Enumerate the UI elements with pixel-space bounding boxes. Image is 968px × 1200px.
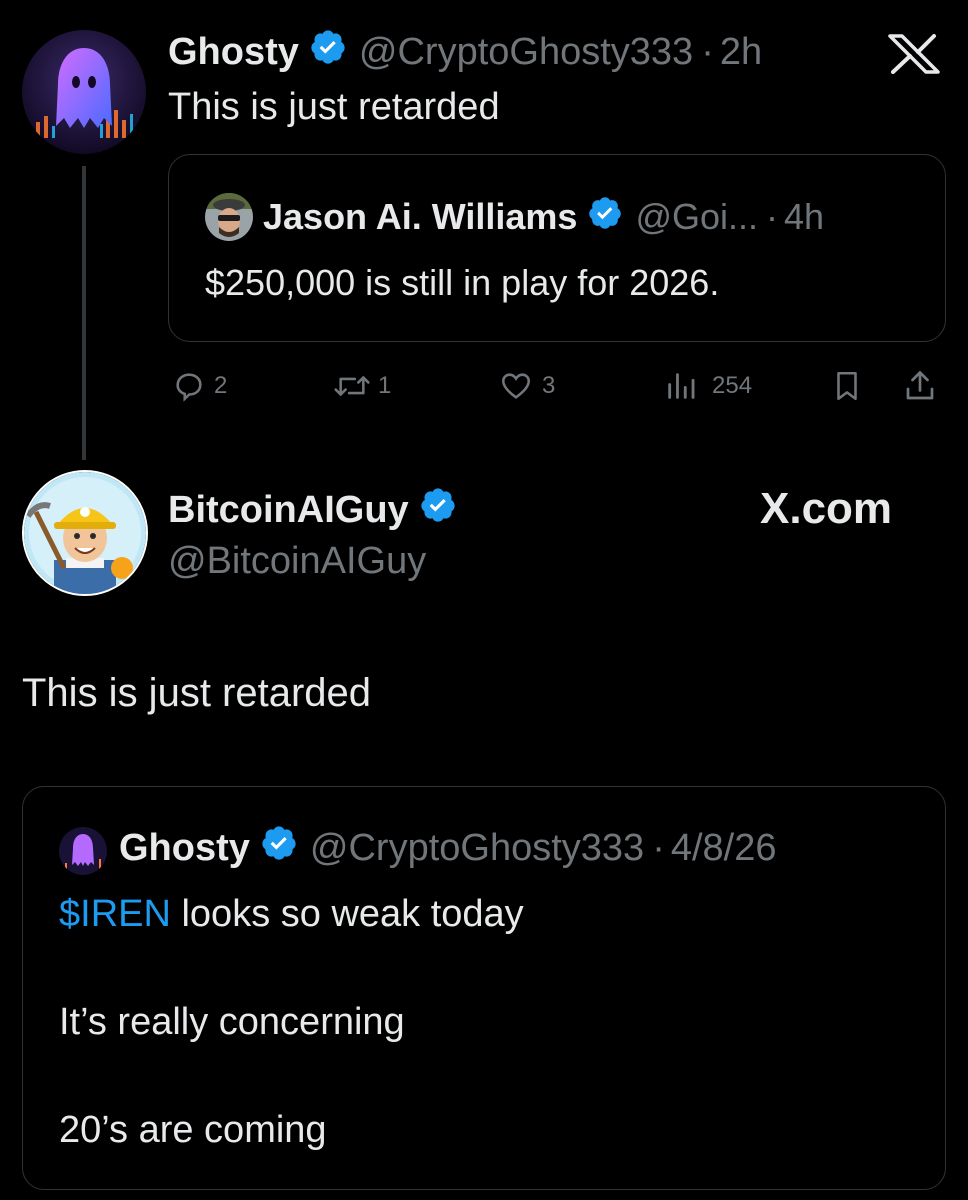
x-logo-icon[interactable] bbox=[884, 34, 944, 74]
repost-button[interactable]: 1 bbox=[332, 366, 391, 406]
jason-avatar[interactable] bbox=[205, 193, 253, 241]
quoted-text: $250,000 is still in play for 2026. bbox=[205, 262, 720, 303]
verified-badge-icon bbox=[309, 28, 347, 76]
bitcoinaiguy-avatar[interactable] bbox=[22, 470, 148, 596]
post2-quoted-handle[interactable]: @CryptoGhosty333 bbox=[310, 827, 644, 870]
share-icon bbox=[902, 368, 938, 404]
post1-handle[interactable]: @CryptoGhosty333 bbox=[359, 31, 693, 74]
bookmark-icon bbox=[830, 368, 864, 404]
verified-badge-icon bbox=[419, 486, 457, 534]
ghosty-avatar[interactable] bbox=[22, 30, 146, 154]
profile-handle[interactable]: @BitcoinAIGuy bbox=[168, 538, 426, 584]
post2-quoted-header: Ghosty @CryptoGhosty333 · 4/8/26 bbox=[119, 825, 777, 871]
quoted-handle[interactable]: @Goi... bbox=[635, 196, 758, 238]
reply-icon bbox=[172, 369, 206, 403]
heart-icon bbox=[498, 369, 534, 403]
post1-author-name[interactable]: Ghosty bbox=[168, 31, 299, 74]
share-button[interactable] bbox=[902, 366, 938, 406]
post1-separator: · bbox=[701, 30, 714, 73]
views-button[interactable]: 254 bbox=[664, 366, 752, 406]
reply-count: 2 bbox=[214, 372, 228, 399]
profile-name-row: BitcoinAIGuy bbox=[168, 486, 457, 534]
quoted-separator: · bbox=[766, 196, 779, 237]
profile-name[interactable]: BitcoinAIGuy bbox=[168, 489, 409, 532]
like-button[interactable]: 3 bbox=[498, 366, 555, 406]
quoted-author-name[interactable]: Jason Ai. Williams bbox=[263, 196, 577, 238]
repost-icon bbox=[332, 369, 372, 403]
ghosty-small-avatar[interactable] bbox=[59, 827, 107, 875]
bookmark-button[interactable] bbox=[830, 366, 864, 406]
post2-quoted-line1-rest: looks so weak today bbox=[170, 893, 524, 935]
post1-header: Ghosty @CryptoGhosty333 · 2h bbox=[168, 28, 762, 76]
verified-badge-icon bbox=[587, 195, 623, 240]
post1-quoted-card[interactable]: Jason Ai. Williams @Goi... · 4h $250,000… bbox=[168, 154, 946, 342]
views-count: 254 bbox=[712, 372, 753, 399]
brand-domain: X.com bbox=[760, 484, 893, 533]
like-count: 3 bbox=[542, 372, 556, 399]
verified-badge-icon bbox=[260, 824, 298, 872]
post2-quoted-line3: 20’s are coming bbox=[59, 1109, 327, 1151]
post1-time[interactable]: 2h bbox=[720, 31, 762, 74]
post2-quoted-card[interactable]: Ghosty @CryptoGhosty333 · 4/8/26 $IREN l… bbox=[22, 786, 946, 1190]
reply-button[interactable]: 2 bbox=[172, 366, 227, 406]
post2-quoted-author-name[interactable]: Ghosty bbox=[119, 827, 250, 870]
post2-quoted-separator: · bbox=[652, 826, 665, 869]
repost-count: 1 bbox=[378, 372, 392, 399]
post2-quoted-line1: $IREN looks so weak today bbox=[59, 891, 524, 937]
thread-line bbox=[82, 166, 86, 460]
post2-quoted-line2: It’s really concerning bbox=[59, 1001, 405, 1043]
post1-text: This is just retarded bbox=[168, 86, 500, 128]
post2-text: This is just retarded bbox=[22, 671, 372, 715]
cashtag-link[interactable]: $IREN bbox=[59, 893, 171, 935]
post2-quoted-time[interactable]: 4/8/26 bbox=[671, 827, 777, 870]
quoted-time[interactable]: 4h bbox=[784, 196, 824, 238]
post1-quoted-header: Jason Ai. Williams @Goi... · 4h bbox=[263, 195, 824, 239]
views-bar-chart-icon bbox=[664, 369, 698, 403]
